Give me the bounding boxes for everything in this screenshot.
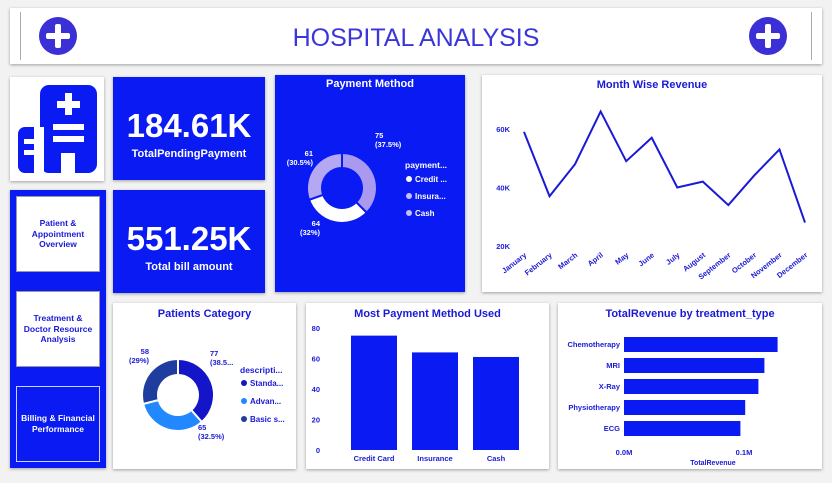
legend-item: Credit ... <box>415 175 447 184</box>
legend-title: payment... <box>405 160 447 170</box>
donut-slice <box>177 357 215 424</box>
x-tick-label: Credit Card <box>354 454 395 463</box>
x-tick-label: June <box>637 250 656 268</box>
legend-item: Basic s... <box>250 415 285 424</box>
x-axis-title: TotalRevenue <box>690 460 735 467</box>
legend-title: descripti... <box>240 365 283 375</box>
legend-marker <box>241 416 247 422</box>
kpi-bill-label: Total bill amount <box>145 261 233 273</box>
y-tick-label: Physiotherapy <box>568 403 621 412</box>
legend-item: Insura... <box>415 192 446 201</box>
y-tick-label: X-Ray <box>599 382 621 391</box>
month-revenue-card: Month Wise Revenue 60K 40K 20K January Febru… <box>482 75 822 292</box>
data-label: (30.5%) <box>287 158 314 167</box>
patients-category-card: Patients Category 77 (38.5... 65 (32.5%) 58(… <box>113 303 296 469</box>
x-tick-label: July <box>664 250 682 267</box>
y-tick-label: 60 <box>312 355 320 364</box>
most-payment-chart: 80 60 40 20 0 Credit Card Insurance Cash <box>312 324 519 463</box>
bar <box>624 400 746 415</box>
bar <box>624 358 765 373</box>
kpi-pending-value: 184.61K <box>126 107 252 144</box>
bar <box>624 421 741 436</box>
treatment-revenue-chart: Chemotherapy MRI X-Ray Physiotherapy ECG 0.0M… <box>567 337 778 467</box>
data-label: 61 <box>305 149 313 158</box>
legend-marker <box>406 193 412 199</box>
patients-category-chart: 77(38.5... 65(32.5%) 58(29%) descripti... St… <box>129 347 285 441</box>
header-inner: HOSPITAL ANALYSIS <box>20 12 812 60</box>
data-label: (32.5%) <box>198 432 225 441</box>
donut-slice <box>141 398 204 432</box>
data-label: (32%) <box>300 228 321 237</box>
data-label: 77 <box>210 349 218 358</box>
series-line <box>523 109 806 223</box>
kpi-pending-card: 184.61K TotalPendingPayment <box>113 77 265 180</box>
y-tick-label: 40 <box>312 385 320 394</box>
data-label: 75 <box>375 131 383 140</box>
data-label: 65 <box>198 423 206 432</box>
y-tick-label: 20 <box>312 416 320 425</box>
bar <box>624 337 778 352</box>
y-tick-label: 80 <box>312 324 320 333</box>
legend-marker <box>406 210 412 216</box>
month-revenue-chart: 60K40K20KJanuaryFebruary March April May Jun… <box>496 109 809 281</box>
data-label: (37.5%) <box>375 140 402 149</box>
plus-circle-icon <box>749 17 787 55</box>
y-tick-label: MRI <box>606 361 620 370</box>
bar <box>473 356 519 450</box>
x-tick-label: Insurance <box>417 454 452 463</box>
y-tick-label: 20K <box>496 242 510 251</box>
payment-method-card: Payment Method 75 (37.5%) 64 (32%) 61 (30.5%)… <box>275 75 465 292</box>
legend-item: Advan... <box>250 397 281 406</box>
y-tick-label: 0 <box>316 446 320 455</box>
legend-marker <box>241 398 247 404</box>
kpi-pending-label: TotalPendingPayment <box>131 148 247 160</box>
most-payment-card: Most Payment Method Used 80 60 40 20 0 Credit… <box>306 303 549 469</box>
hospital-building-icon <box>18 85 97 173</box>
legend-item: Standa... <box>250 379 283 388</box>
x-tick-label: March <box>556 250 579 271</box>
donut-hole <box>322 168 362 208</box>
nav-treatment-doctor-button[interactable]: Treatment & Doctor Resource Analysis <box>16 291 100 367</box>
y-tick-label: ECG <box>604 424 620 433</box>
x-tick-label: 0.0M <box>616 448 633 457</box>
x-tick-label: April <box>586 250 605 268</box>
bar <box>412 352 458 450</box>
nav-patient-appointment-button[interactable]: Patient & Appointment Overview <box>16 196 100 272</box>
data-label: (38.5... <box>210 358 233 367</box>
bar <box>351 335 397 450</box>
x-tick-label: February <box>523 250 554 277</box>
legend-marker <box>406 176 412 182</box>
y-tick-label: 60K <box>496 125 510 134</box>
y-tick-label: 40K <box>496 184 510 193</box>
data-label: (29%) <box>129 356 150 365</box>
x-tick-label: May <box>613 250 631 267</box>
x-tick-label: Cash <box>487 454 506 463</box>
payment-method-chart: 75(37.5%) 64(32%) 61(30.5%) payment... Credi… <box>287 131 447 237</box>
bar <box>624 379 759 394</box>
nav-billing-financial-button[interactable]: Billing & Financial Performance <box>16 386 100 462</box>
data-label: 58 <box>141 347 149 356</box>
legend-item: Cash <box>415 209 435 218</box>
data-label: 64 <box>312 219 321 228</box>
page-title: HOSPITAL ANALYSIS <box>292 24 540 52</box>
y-tick-label: Chemotherapy <box>567 340 620 349</box>
nav-panel: Patient & Appointment Overview Treatment… <box>10 190 106 468</box>
x-tick-label: 0.1M <box>736 448 753 457</box>
logo-card <box>10 77 104 181</box>
legend-marker <box>241 380 247 386</box>
donut-slice <box>141 357 179 406</box>
kpi-bill-value: 551.25K <box>126 220 252 257</box>
treatment-revenue-card: TotalRevenue by treatment_type Chemother… <box>558 303 822 469</box>
kpi-bill-card: 551.25K Total bill amount <box>113 190 265 293</box>
header-bar: HOSPITAL ANALYSIS <box>10 8 822 64</box>
